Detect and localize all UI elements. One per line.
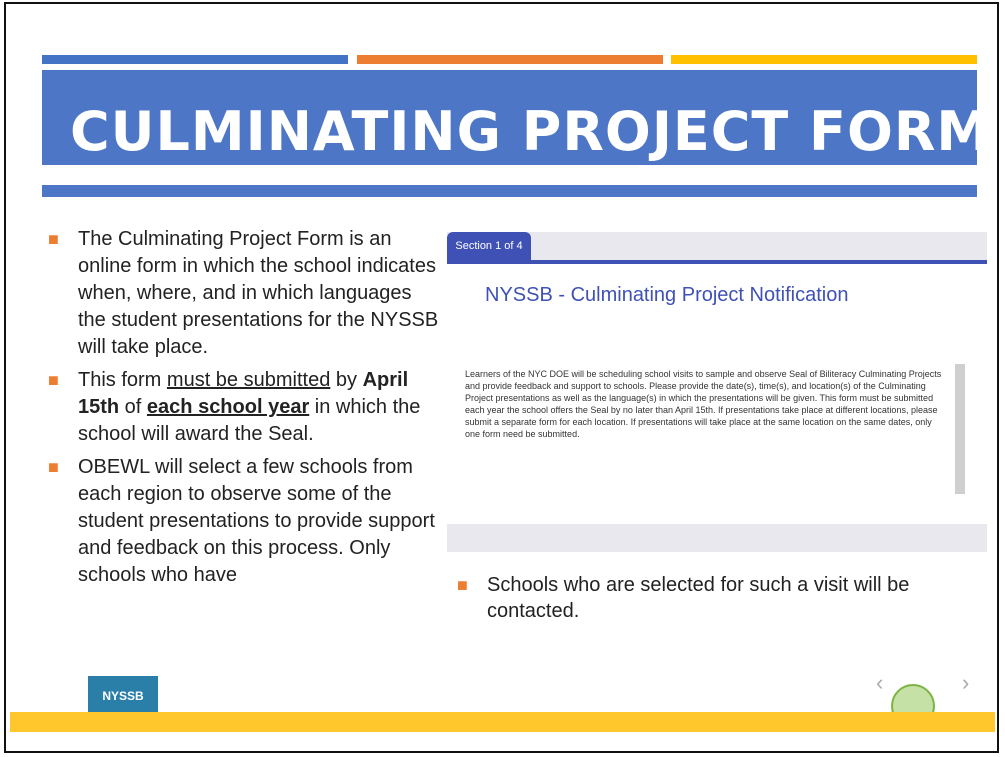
right-bullet-text: Schools who are selected for such a visi… bbox=[487, 574, 910, 622]
bullet-square-icon: ■ bbox=[48, 370, 59, 390]
bullet-item-1: ■ The Culminating Project Form is an onl… bbox=[46, 226, 441, 361]
next-slide-icon[interactable]: › bbox=[962, 670, 969, 696]
bullet-text: This form must be submitted by April 15t… bbox=[78, 369, 420, 445]
bullet-text: OBEWL will select a few schools from eac… bbox=[78, 456, 435, 586]
footer-bar bbox=[10, 712, 995, 732]
bullet-item-2: ■ This form must be submitted by April 1… bbox=[46, 367, 441, 448]
form-card: NYSSB - Culminating Project Notification… bbox=[447, 260, 987, 524]
bullet-square-icon: ■ bbox=[48, 229, 59, 249]
section-tab: Section 1 of 4 bbox=[447, 232, 531, 260]
bullet-square-icon: ■ bbox=[48, 457, 59, 477]
bullet-text-run: This form bbox=[78, 369, 167, 391]
right-bullet: ■ Schools who are selected for such a vi… bbox=[455, 572, 975, 624]
bullet-text-run: of bbox=[119, 396, 147, 418]
bullet-item-3: ■ OBEWL will select a few schools from e… bbox=[46, 454, 441, 589]
bullet-text-run: OBEWL will select a few schools from eac… bbox=[78, 456, 435, 586]
nyssb-logo: NYSSB bbox=[88, 676, 158, 716]
bullet-text-run: The Culminating Project Form is an onlin… bbox=[78, 228, 439, 358]
bullet-text-run: each school year bbox=[146, 396, 310, 418]
bullet-text: The Culminating Project Form is an onlin… bbox=[78, 228, 438, 358]
bullet-square-icon: ■ bbox=[457, 575, 468, 595]
form-description: Learners of the NYC DOE will be scheduli… bbox=[465, 369, 942, 439]
form-title: NYSSB - Culminating Project Notification bbox=[485, 284, 849, 306]
accent-stripe-gold bbox=[671, 55, 977, 64]
scrollbar bbox=[955, 364, 965, 494]
form-screenshot: Section 1 of 4 NYSSB - Culminating Proje… bbox=[447, 232, 987, 552]
title-underline-rule bbox=[42, 185, 977, 197]
accent-stripe-orange bbox=[357, 55, 663, 64]
bullet-text-run: by bbox=[330, 369, 363, 391]
previous-slide-icon[interactable]: ‹ bbox=[876, 670, 883, 696]
bullet-text-run: must be submitted bbox=[166, 369, 331, 391]
slide-title: CULMINATING PROJECT FORM bbox=[70, 100, 992, 163]
accent-stripe-blue bbox=[42, 55, 348, 64]
left-bullet-list: ■ The Culminating Project Form is an onl… bbox=[46, 226, 441, 595]
